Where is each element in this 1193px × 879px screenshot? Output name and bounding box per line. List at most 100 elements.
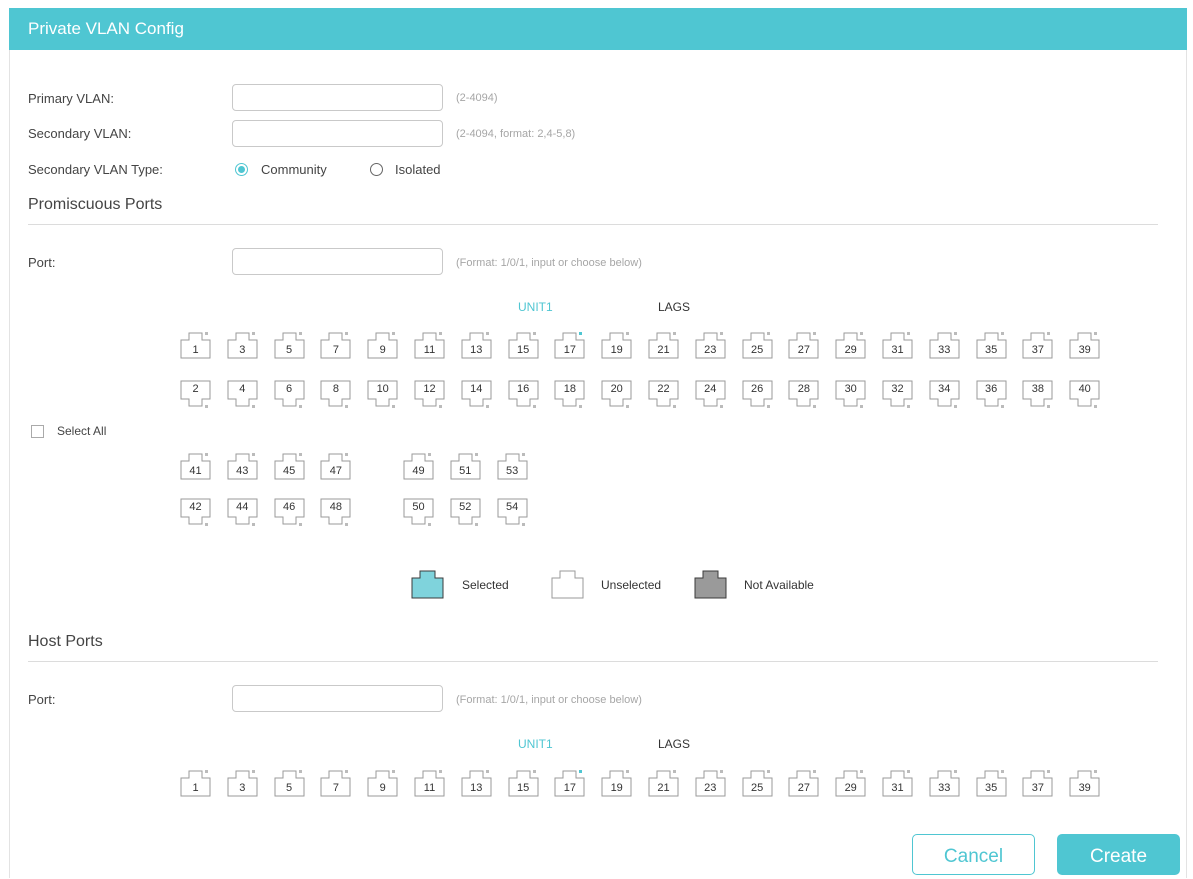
port-17[interactable]: 17	[554, 330, 585, 360]
port-15[interactable]: 15	[508, 330, 539, 360]
port-11[interactable]: 11	[414, 330, 445, 360]
port-3[interactable]: 3	[227, 768, 258, 798]
port-39[interactable]: 39	[1069, 768, 1100, 798]
promiscuous-port-input[interactable]	[232, 248, 443, 275]
port-49[interactable]: 49	[403, 451, 434, 481]
port-9[interactable]: 9	[367, 330, 398, 360]
port-19[interactable]: 19	[601, 768, 632, 798]
host-unit1-tab[interactable]: UNIT1	[518, 737, 553, 751]
port-46[interactable]: 46	[274, 498, 305, 528]
isolated-radio[interactable]	[370, 163, 383, 176]
secondary-vlan-input[interactable]	[232, 120, 443, 147]
port-33[interactable]: 33	[929, 330, 960, 360]
port-number: 25	[750, 782, 764, 794]
promiscuous-unit1-tab[interactable]: UNIT1	[518, 300, 553, 314]
port-11[interactable]: 11	[414, 768, 445, 798]
port-41[interactable]: 41	[180, 451, 211, 481]
port-number: 9	[379, 344, 386, 356]
port-26[interactable]: 26	[742, 380, 773, 410]
port-31[interactable]: 31	[882, 330, 913, 360]
port-34[interactable]: 34	[929, 380, 960, 410]
port-27[interactable]: 27	[788, 330, 819, 360]
legend-not-available-label: Not Available	[744, 578, 814, 592]
port-number: 17	[563, 782, 577, 794]
port-50[interactable]: 50	[403, 498, 434, 528]
port-14[interactable]: 14	[461, 380, 492, 410]
port-21[interactable]: 21	[648, 768, 679, 798]
port-13[interactable]: 13	[461, 330, 492, 360]
port-6[interactable]: 6	[274, 380, 305, 410]
port-35[interactable]: 35	[976, 330, 1007, 360]
port-number: 44	[236, 501, 249, 513]
port-43[interactable]: 43	[227, 451, 258, 481]
port-16[interactable]: 16	[508, 380, 539, 410]
port-23[interactable]: 23	[695, 768, 726, 798]
port-51[interactable]: 51	[450, 451, 481, 481]
port-8[interactable]: 8	[320, 380, 351, 410]
port-25[interactable]: 25	[742, 768, 773, 798]
port-37[interactable]: 37	[1022, 768, 1053, 798]
port-23[interactable]: 23	[695, 330, 726, 360]
port-1[interactable]: 1	[180, 330, 211, 360]
port-5[interactable]: 5	[274, 768, 305, 798]
port-36[interactable]: 36	[976, 380, 1007, 410]
port-15[interactable]: 15	[508, 768, 539, 798]
port-number: 13	[470, 344, 483, 356]
port-4[interactable]: 4	[227, 380, 258, 410]
port-25[interactable]: 25	[742, 330, 773, 360]
port-9[interactable]: 9	[367, 768, 398, 798]
port-7[interactable]: 7	[320, 330, 351, 360]
port-28[interactable]: 28	[788, 380, 819, 410]
port-54[interactable]: 54	[497, 498, 528, 528]
port-48[interactable]: 48	[320, 498, 351, 528]
host-port-input[interactable]	[232, 685, 443, 712]
port-20[interactable]: 20	[601, 380, 632, 410]
community-radio[interactable]	[235, 163, 248, 176]
port-53[interactable]: 53	[497, 451, 528, 481]
port-39[interactable]: 39	[1069, 330, 1100, 360]
port-number: 25	[750, 344, 764, 356]
create-button[interactable]: Create	[1057, 834, 1180, 875]
port-12[interactable]: 12	[414, 380, 445, 410]
port-27[interactable]: 27	[788, 768, 819, 798]
port-number: 19	[610, 782, 623, 794]
port-10[interactable]: 10	[367, 380, 398, 410]
port-17[interactable]: 17	[554, 768, 585, 798]
port-42[interactable]: 42	[180, 498, 211, 528]
port-29[interactable]: 29	[835, 768, 866, 798]
select-all-label[interactable]: Select All	[57, 424, 106, 438]
port-24[interactable]: 24	[695, 380, 726, 410]
port-22[interactable]: 22	[648, 380, 679, 410]
port-number: 50	[412, 501, 425, 513]
port-2[interactable]: 2	[180, 380, 211, 410]
primary-vlan-input[interactable]	[232, 84, 443, 111]
community-label[interactable]: Community	[261, 162, 327, 177]
port-45[interactable]: 45	[274, 451, 305, 481]
port-13[interactable]: 13	[461, 768, 492, 798]
promiscuous-lags-tab[interactable]: LAGS	[658, 300, 690, 314]
port-38[interactable]: 38	[1022, 380, 1053, 410]
isolated-label[interactable]: Isolated	[395, 162, 441, 177]
port-40[interactable]: 40	[1069, 380, 1100, 410]
port-47[interactable]: 47	[320, 451, 351, 481]
port-35[interactable]: 35	[976, 768, 1007, 798]
port-18[interactable]: 18	[554, 380, 585, 410]
cancel-button[interactable]: Cancel	[912, 834, 1035, 875]
port-3[interactable]: 3	[227, 330, 258, 360]
select-all-checkbox[interactable]	[31, 425, 44, 438]
port-21[interactable]: 21	[648, 330, 679, 360]
port-number: 4	[239, 383, 246, 395]
port-52[interactable]: 52	[450, 498, 481, 528]
port-29[interactable]: 29	[835, 330, 866, 360]
port-33[interactable]: 33	[929, 768, 960, 798]
port-32[interactable]: 32	[882, 380, 913, 410]
port-31[interactable]: 31	[882, 768, 913, 798]
port-44[interactable]: 44	[227, 498, 258, 528]
port-1[interactable]: 1	[180, 768, 211, 798]
host-lags-tab[interactable]: LAGS	[658, 737, 690, 751]
port-19[interactable]: 19	[601, 330, 632, 360]
port-5[interactable]: 5	[274, 330, 305, 360]
port-7[interactable]: 7	[320, 768, 351, 798]
port-30[interactable]: 30	[835, 380, 866, 410]
port-37[interactable]: 37	[1022, 330, 1053, 360]
